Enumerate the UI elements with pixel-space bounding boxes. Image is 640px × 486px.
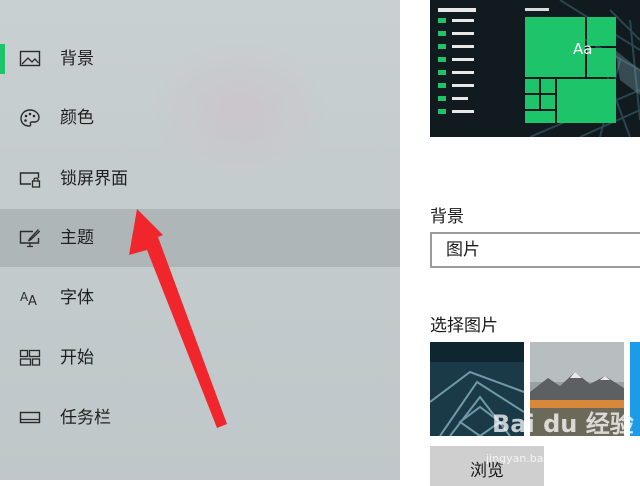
nav-item-label: 背景 (60, 49, 94, 69)
theme-brush-icon (19, 228, 41, 248)
settings-content: Aa 背景 图片 选择图片 浏览 Bai du 经验 jingyan.baidu… (400, 0, 640, 486)
nav-item-label: 任务栏 (60, 408, 111, 428)
nav-item-label: 锁屏界面 (60, 169, 128, 189)
nav-item-background[interactable]: 背景 (0, 30, 400, 88)
nav-item-start[interactable]: 开始 (0, 329, 400, 387)
background-type-dropdown[interactable]: 图片 (430, 232, 640, 268)
start-grid-icon (19, 348, 41, 368)
svg-text:A: A (28, 294, 37, 308)
preview-desktop-graphic (430, 0, 640, 137)
active-indicator (0, 44, 5, 74)
nav-item-label: 主题 (60, 228, 94, 248)
dropdown-selected-value: 图片 (446, 240, 480, 260)
nav-item-colors[interactable]: 颜色 (0, 89, 400, 147)
settings-sidebar: 背景 颜色 锁屏界面 主题 AA 字体 开始 任务栏 (0, 0, 400, 480)
theme-preview: Aa (430, 0, 640, 137)
nav-item-label: 颜色 (60, 108, 94, 128)
lock-screen-icon (19, 169, 41, 189)
nav-item-label: 字体 (60, 288, 94, 308)
background-section-title: 背景 (430, 207, 464, 227)
picture-icon (19, 49, 41, 69)
preview-tile-text: Aa (573, 40, 593, 58)
nav-item-label: 开始 (60, 348, 94, 368)
watermark-url: jingyan.baidu.com (486, 452, 588, 465)
nav-item-themes[interactable]: 主题 (0, 209, 400, 267)
nav-item-taskbar[interactable]: 任务栏 (0, 389, 400, 447)
font-icon: AA (19, 288, 41, 308)
taskbar-icon (19, 408, 41, 428)
choose-picture-title: 选择图片 (430, 316, 498, 336)
watermark-text: Bai du 经验 (492, 410, 634, 438)
nav-item-fonts[interactable]: AA 字体 (0, 269, 400, 327)
palette-icon (19, 108, 41, 128)
nav-item-lock-screen[interactable]: 锁屏界面 (0, 150, 400, 208)
